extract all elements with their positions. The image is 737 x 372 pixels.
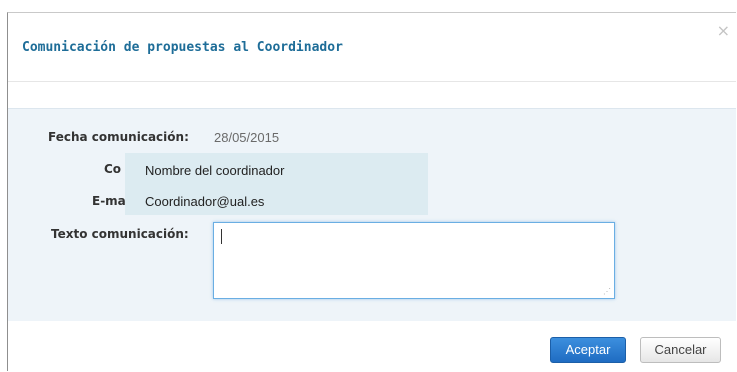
- close-icon[interactable]: ×: [717, 23, 730, 39]
- text-caret: [221, 229, 222, 244]
- resize-grip-icon[interactable]: ⋰: [603, 288, 611, 296]
- fecha-label: Fecha comunicación:: [48, 130, 189, 144]
- texto-label: Texto comunicación:: [51, 227, 189, 241]
- modal-body: Fecha comunicación: 28/05/2015 Co E-ma T…: [8, 108, 736, 322]
- accept-button[interactable]: Aceptar: [550, 337, 626, 363]
- modal-header: Comunicación de propuestas al Coordinado…: [8, 13, 736, 82]
- texto-comunicacion-textarea[interactable]: ⋰: [213, 222, 615, 299]
- fecha-value: 28/05/2015: [214, 130, 280, 145]
- cancel-button[interactable]: Cancelar: [640, 337, 721, 363]
- tooltip-coordinator-email: Coordinador@ual.es: [145, 194, 265, 209]
- modal-dialog: Comunicación de propuestas al Coordinado…: [7, 12, 736, 371]
- modal-title: Comunicación de propuestas al Coordinado…: [22, 40, 343, 55]
- coordinator-tooltip: Nombre del coordinador Coordinador@ual.e…: [125, 153, 428, 215]
- email-label: E-ma: [92, 194, 126, 208]
- modal-footer: Aceptar Cancelar: [8, 321, 736, 371]
- tooltip-coordinator-name: Nombre del coordinador: [145, 163, 285, 178]
- coordinador-label: Co: [104, 162, 122, 176]
